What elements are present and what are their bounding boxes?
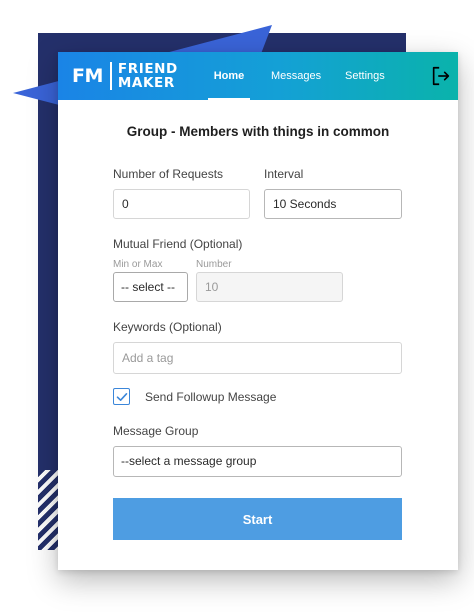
requests-label: Number of Requests [113, 167, 224, 181]
message-group-select-value: --select a message group [121, 454, 257, 468]
followup-checkbox[interactable] [113, 388, 130, 405]
minmax-select-value: -- select -- [121, 280, 175, 294]
active-tab-underline [208, 98, 250, 100]
logo-abbr: FM [72, 65, 103, 87]
interval-label: Interval [264, 167, 304, 181]
app-logo: FM FRIEND MAKER [72, 61, 178, 91]
logo-line-2: MAKER [117, 75, 175, 91]
tab-home[interactable]: Home [208, 52, 250, 100]
message-group-select[interactable]: --select a message group [113, 446, 402, 477]
mutual-friend-label: Mutual Friend (Optional) [113, 237, 243, 251]
number-label: Number [196, 259, 232, 270]
tab-settings-label: Settings [345, 70, 385, 82]
minmax-label: Min or Max [113, 259, 163, 270]
logo-wordmark: FRIEND MAKER [118, 62, 178, 90]
minmax-select[interactable]: -- select -- [113, 272, 188, 302]
friend-maker-panel: FM FRIEND MAKER Home Messages Settings G… [58, 52, 458, 570]
stage: FM FRIEND MAKER Home Messages Settings G… [0, 0, 474, 614]
followup-label: Send Followup Message [145, 390, 277, 404]
logo-line-1: FRIEND [117, 61, 178, 77]
tab-home-label: Home [213, 70, 245, 82]
form-title: Group - Members with things in common [126, 124, 390, 139]
tab-settings[interactable]: Settings [345, 52, 385, 100]
check-icon [116, 392, 127, 401]
tab-messages-label: Messages [271, 70, 322, 82]
logo-divider [109, 62, 112, 90]
interval-input[interactable] [264, 189, 402, 219]
header-bar: FM FRIEND MAKER Home Messages Settings [58, 52, 458, 100]
logout-icon[interactable] [430, 65, 452, 87]
number-input[interactable] [196, 272, 343, 302]
keywords-label: Keywords (Optional) [113, 320, 222, 334]
message-group-label: Message Group [113, 424, 199, 438]
keywords-input[interactable] [113, 342, 402, 374]
requests-input[interactable] [113, 189, 250, 219]
tab-messages[interactable]: Messages [271, 52, 321, 100]
start-button[interactable]: Start [113, 498, 402, 540]
